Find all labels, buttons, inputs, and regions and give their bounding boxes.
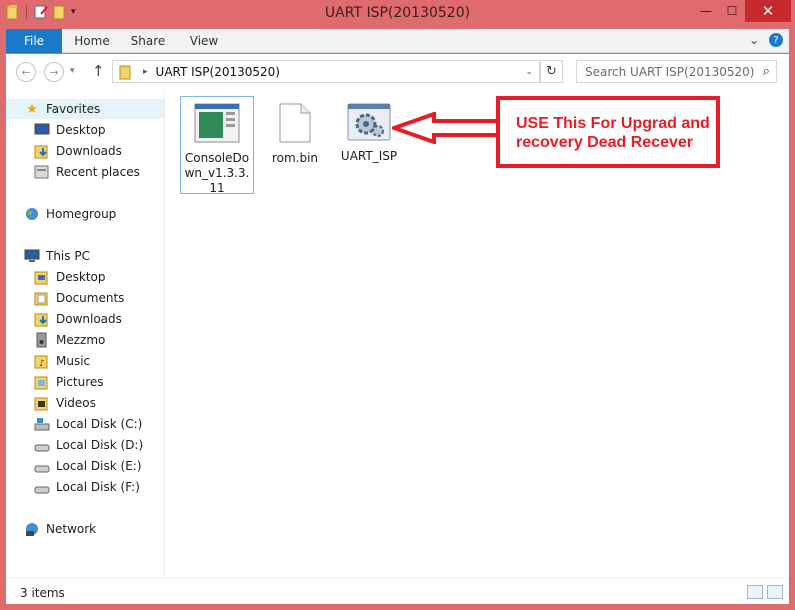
gear-app-icon: [347, 103, 391, 141]
desktop-folder-icon: [34, 269, 50, 285]
music-folder-icon: ♪: [34, 353, 50, 369]
refresh-icon: ↻: [546, 64, 557, 79]
recent-places-icon: [34, 164, 50, 180]
search-placeholder: Search UART ISP(20130520): [585, 64, 755, 79]
large-icons-view-icon[interactable]: [767, 585, 783, 599]
explorer-window: ▾ UART ISP(20130520) — ☐ ✕ File Home Sha…: [0, 0, 795, 610]
nav-this-pc[interactable]: This PC: [24, 246, 90, 266]
search-input[interactable]: Search UART ISP(20130520) ⌕: [576, 60, 777, 83]
file-item-consoledown[interactable]: ConsoleDown_v1.3.3.11: [180, 96, 254, 195]
minimize-button[interactable]: —: [693, 0, 719, 22]
up-button[interactable]: ↑: [92, 62, 105, 80]
nav-pc-music[interactable]: ♪ Music: [34, 351, 90, 371]
svg-text:♪: ♪: [39, 359, 45, 369]
nav-pc-local-disk-f[interactable]: Local Disk (F:): [34, 477, 140, 497]
nav-item-desktop[interactable]: Desktop: [34, 120, 106, 140]
navigation-pane: ★ Favorites Desktop Downloads Recent pla…: [6, 90, 164, 578]
nav-pc-local-disk-d[interactable]: Local Disk (D:): [34, 435, 143, 455]
documents-folder-icon: [34, 290, 50, 306]
blank-file-icon: [279, 103, 311, 143]
details-view-icon[interactable]: [747, 585, 763, 599]
console-app-icon: [194, 103, 240, 143]
media-server-icon: [34, 332, 50, 348]
back-arrow-icon: ←: [21, 65, 31, 79]
address-dropdown-icon[interactable]: ⌄: [525, 67, 533, 77]
expand-ribbon-icon[interactable]: ⌄: [749, 33, 759, 47]
nav-pc-videos[interactable]: Videos: [34, 393, 96, 413]
ribbon-tabs: File Home Share View ⌄ ?: [6, 29, 789, 53]
downloads-folder-icon: [34, 143, 50, 159]
breadcrumb-separator-icon[interactable]: ▸: [143, 67, 148, 77]
nav-favorites[interactable]: ★ Favorites: [6, 99, 164, 119]
tab-home[interactable]: Home: [70, 29, 114, 53]
back-button[interactable]: ←: [16, 62, 36, 82]
close-button[interactable]: ✕: [745, 0, 791, 22]
desktop-icon: [34, 122, 50, 138]
drive-icon: [34, 479, 50, 495]
breadcrumb-current[interactable]: UART ISP(20130520): [156, 65, 280, 79]
nav-item-recent-places[interactable]: Recent places: [34, 162, 140, 182]
file-name: UART_ISP: [340, 149, 398, 163]
nav-pc-local-disk-c[interactable]: Local Disk (C:): [34, 414, 142, 434]
file-name: ConsoleDown_v1.3.3.11: [184, 151, 250, 195]
search-icon[interactable]: ⌕: [763, 64, 770, 79]
ribbon-right-controls: ⌄ ?: [749, 33, 783, 47]
window-controls: — ☐ ✕: [693, 0, 791, 22]
homegroup-icon: [24, 206, 40, 222]
nav-network[interactable]: Network: [24, 519, 96, 539]
pictures-folder-icon: [34, 374, 50, 390]
nav-pc-local-disk-e[interactable]: Local Disk (E:): [34, 456, 142, 476]
downloads-folder-icon: [34, 311, 50, 327]
up-arrow-icon: ↑: [92, 62, 105, 80]
drive-icon: [34, 437, 50, 453]
star-icon: ★: [26, 101, 38, 117]
item-count: 3 items: [20, 586, 65, 600]
nav-pc-mezzmo[interactable]: Mezzmo: [34, 330, 105, 350]
computer-icon: [24, 248, 40, 264]
annotation-arrow-icon: [392, 112, 496, 144]
folder-icon: [119, 64, 131, 79]
help-icon[interactable]: ?: [769, 33, 783, 47]
nav-pc-pictures[interactable]: Pictures: [34, 372, 104, 392]
title-bar: ▾ UART ISP(20130520) — ☐ ✕: [0, 0, 795, 28]
nav-pc-desktop[interactable]: Desktop: [34, 267, 106, 287]
file-item-rom-bin[interactable]: rom.bin: [258, 102, 332, 166]
forward-arrow-icon: →: [49, 65, 59, 79]
nav-pc-documents[interactable]: Documents: [34, 288, 124, 308]
annotation-callout: USE This For Upgrad and recovery Dead Re…: [496, 96, 720, 168]
videos-folder-icon: [34, 395, 50, 411]
network-icon: [24, 521, 40, 537]
status-bar: 3 items: [6, 578, 789, 604]
forward-button[interactable]: →: [44, 62, 64, 82]
nav-homegroup[interactable]: Homegroup: [24, 204, 116, 224]
window-title: UART ISP(20130520): [324, 5, 471, 21]
view-toggle: [747, 585, 783, 599]
address-row: ← → ▾ ↑ ▸ UART ISP(20130520) ⌄ ↻ Search …: [6, 54, 789, 90]
tab-file[interactable]: File: [6, 29, 62, 53]
system-drive-icon: [34, 416, 50, 432]
drive-icon: [34, 458, 50, 474]
nav-item-downloads[interactable]: Downloads: [34, 141, 122, 161]
file-name: rom.bin: [271, 151, 319, 165]
address-bar[interactable]: ▸ UART ISP(20130520) ⌄: [112, 60, 540, 83]
refresh-button[interactable]: ↻: [540, 60, 563, 83]
nav-pc-downloads[interactable]: Downloads: [34, 309, 122, 329]
tab-share[interactable]: Share: [126, 29, 170, 53]
maximize-button[interactable]: ☐: [719, 0, 745, 22]
tab-view[interactable]: View: [182, 29, 226, 53]
recent-locations-icon[interactable]: ▾: [70, 66, 75, 76]
